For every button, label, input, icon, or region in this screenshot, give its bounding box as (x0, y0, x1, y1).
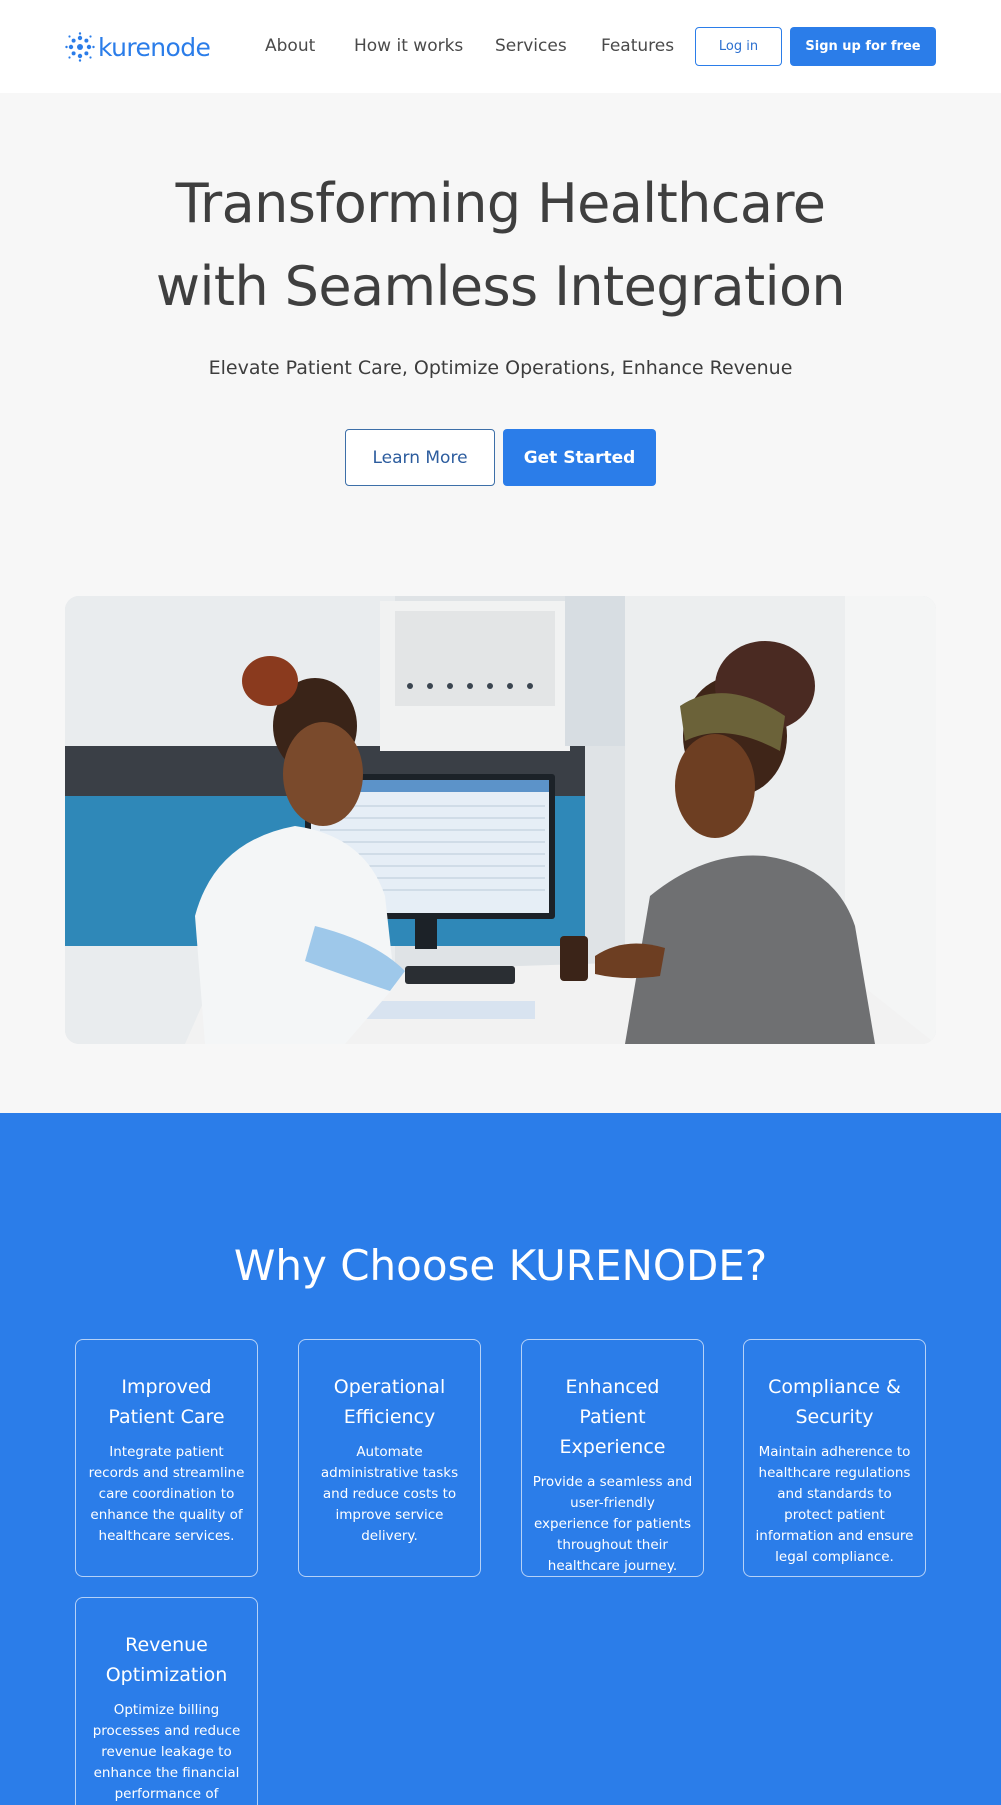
feature-card-text: Optimize billing processes and reduce re… (92, 1702, 241, 1802)
nav-link-features[interactable]: Features (601, 36, 674, 56)
feature-card-title: Operational Efficiency (333, 1376, 446, 1428)
doctor-patient-photo (65, 596, 936, 1044)
signup-button[interactable]: Sign up for free (790, 27, 936, 66)
feature-card-title: Improved Patient Care (108, 1376, 225, 1428)
feature-card-text: Integrate patient records and streamline… (88, 1444, 245, 1544)
hero-title-line-2: with Seamless Integration (155, 255, 846, 318)
nav-link-services[interactable]: Services (495, 36, 567, 56)
feature-card-title: Compliance & Security (768, 1376, 901, 1428)
logo[interactable]: kurenode (65, 30, 211, 64)
feature-card-enhanced-patient-experience: Enhanced Patient Experience Provide a se… (521, 1339, 704, 1577)
feature-card-text: Provide a seamless and user-friendly exp… (532, 1474, 693, 1574)
nav-link-how-it-works[interactable]: How it works (354, 36, 463, 56)
feature-card-text: Automate administrative tasks and reduce… (320, 1444, 459, 1544)
feature-card-title: Enhanced Patient Experience (559, 1376, 666, 1458)
why-choose-section: Why Choose KURENODE? Improved Patient Ca… (0, 1113, 1001, 1805)
nav-link-about[interactable]: About (265, 36, 315, 56)
hero-image (65, 596, 936, 1044)
why-choose-title: Why Choose KURENODE? (233, 1241, 768, 1290)
top-navigation: kurenode About How it works Services Fea… (0, 0, 1001, 93)
learn-more-button[interactable]: Learn More (345, 429, 495, 486)
logo-text: kurenode (98, 32, 211, 62)
feature-card-operational-efficiency: Operational Efficiency Automate administ… (298, 1339, 481, 1577)
hero-subtitle: Elevate Patient Care, Optimize Operation… (208, 357, 793, 379)
get-started-button[interactable]: Get Started (503, 429, 656, 486)
feature-card-improved-patient-care: Improved Patient Care Integrate patient … (75, 1339, 258, 1577)
feature-card-compliance-security: Compliance & Security Maintain adherence… (743, 1339, 926, 1577)
feature-card-revenue-optimization: Revenue Optimization Optimize billing pr… (75, 1597, 258, 1805)
hero-title-line-1: Transforming Healthcare (175, 172, 826, 235)
feature-card-title: Revenue Optimization (105, 1634, 228, 1686)
login-button[interactable]: Log in (695, 27, 782, 66)
logo-icon (65, 32, 95, 62)
feature-card-text: Maintain adherence to healthcare regulat… (755, 1444, 914, 1565)
